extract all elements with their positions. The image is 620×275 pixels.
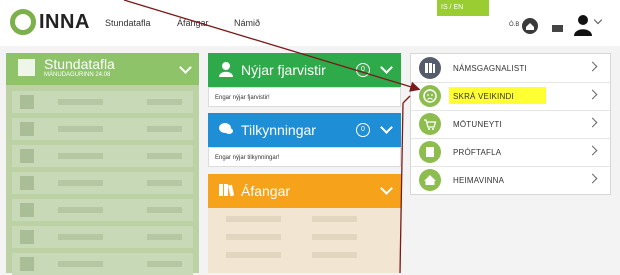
annotation-arrow-head [402,95,411,104]
annotation-arrow-line [399,102,404,273]
annotation-arrow-line [123,0,421,92]
menu-item-label: SKRÁ VEIKINDI [453,92,514,101]
annotation-arrows [123,0,421,273]
